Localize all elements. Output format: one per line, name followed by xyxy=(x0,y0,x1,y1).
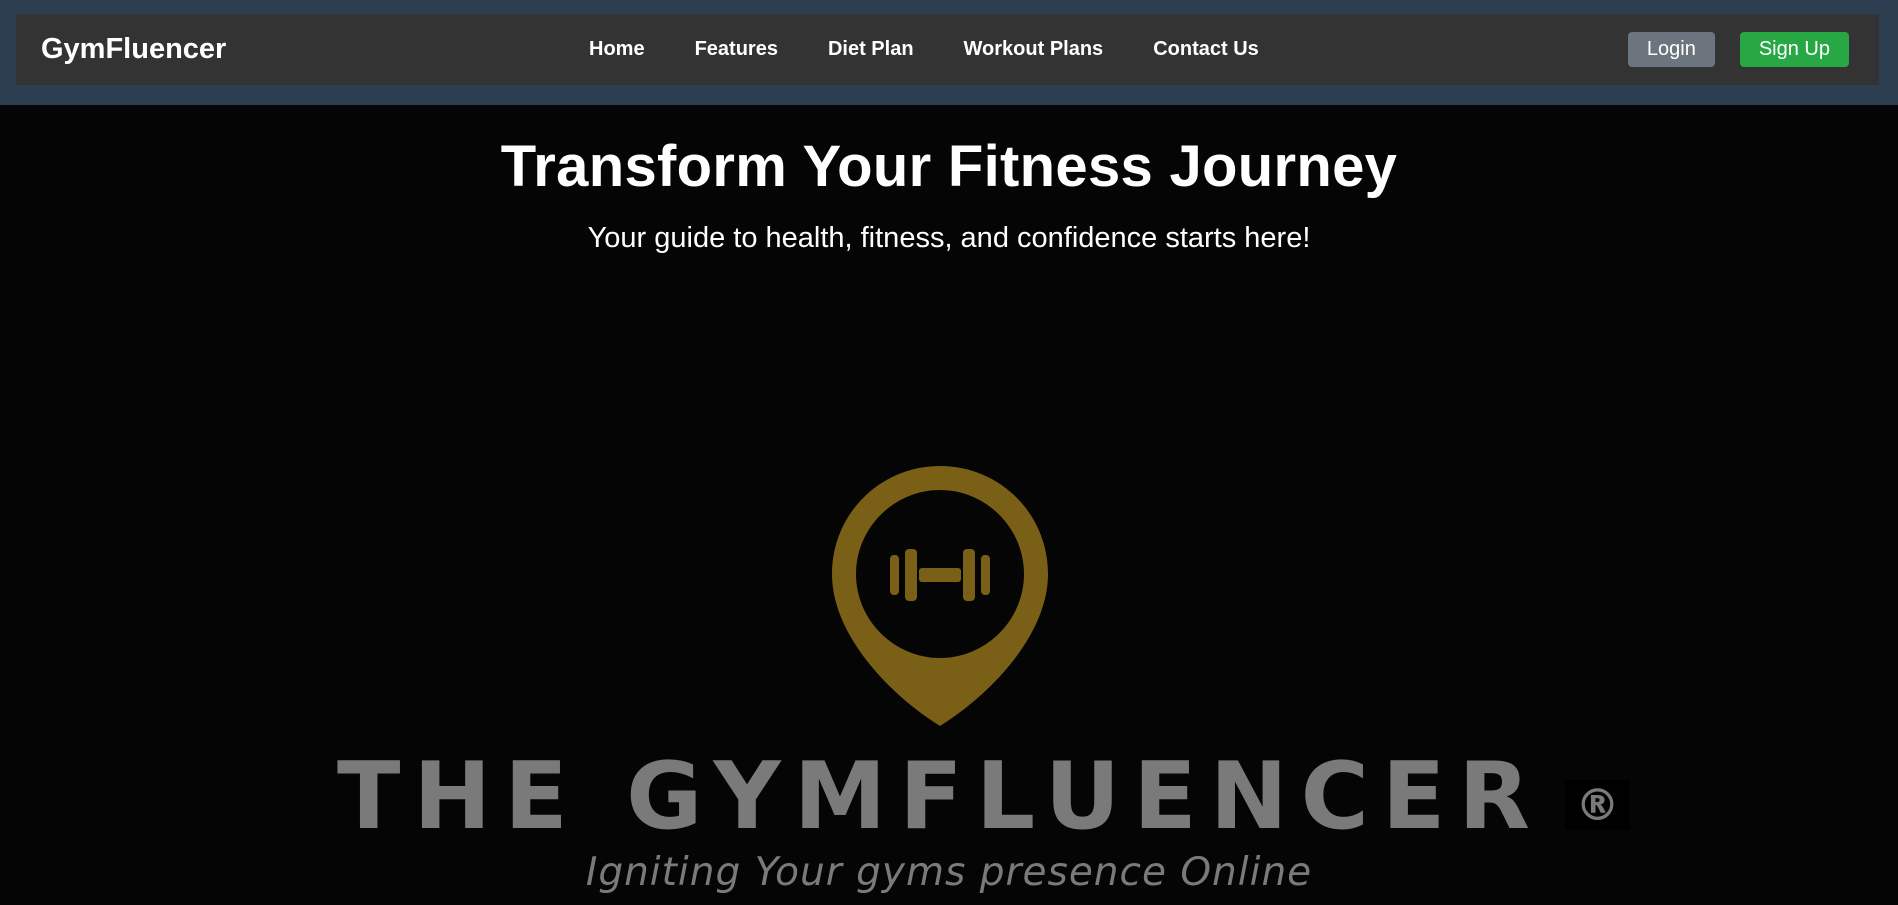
brand-logo[interactable]: GymFluencer xyxy=(41,14,226,85)
signup-button[interactable]: Sign Up xyxy=(1739,32,1849,67)
nav-item-features: Features xyxy=(695,38,778,61)
nav-link-diet-plan[interactable]: Diet Plan xyxy=(828,38,914,60)
nav-item-workout-plans: Workout Plans xyxy=(964,38,1104,61)
nav-link-features[interactable]: Features xyxy=(695,38,778,60)
nav-link-home[interactable]: Home xyxy=(589,38,645,60)
nav-link-workout-plans[interactable]: Workout Plans xyxy=(964,38,1104,60)
logo-wordmark: THE GYMFLUENCER xyxy=(336,742,1544,850)
nav-links: Home Features Diet Plan Workout Plans Co… xyxy=(589,14,1309,85)
dumbbell-icon xyxy=(890,549,990,601)
nav-item-diet-plan: Diet Plan xyxy=(828,38,914,61)
nav-item-contact-us: Contact Us xyxy=(1153,38,1259,61)
location-pin-dumbbell-icon xyxy=(832,466,1048,726)
nav-item-home: Home xyxy=(589,38,645,61)
location-pin-icon xyxy=(832,466,1048,726)
registered-mark: ® xyxy=(1565,780,1630,831)
header: GymFluencer Home Features Diet Plan Work… xyxy=(0,0,1898,105)
logo-tagline: Igniting Your gyms presence Online xyxy=(585,850,1313,895)
nav-link-contact-us[interactable]: Contact Us xyxy=(1153,38,1259,60)
auth-buttons: Login Sign Up xyxy=(1627,32,1849,67)
navbar: GymFluencer Home Features Diet Plan Work… xyxy=(16,14,1879,85)
hero-section: Transform Your Fitness Journey Your guid… xyxy=(0,105,1898,905)
login-button[interactable]: Login xyxy=(1627,32,1715,67)
